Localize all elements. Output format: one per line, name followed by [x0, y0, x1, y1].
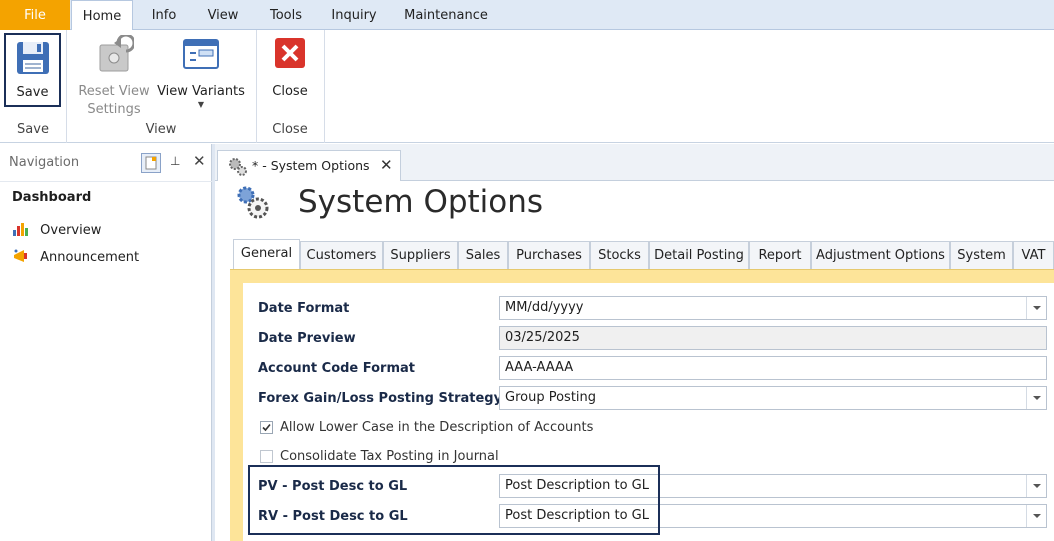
forex-strategy-label: Forex Gain/Loss Posting Strategy [258, 391, 503, 406]
tab-inquiry[interactable]: Inquiry [322, 0, 386, 30]
ribbon: Save Reset View Settings View Variants ▼… [0, 30, 1054, 143]
view-variants-label: View Variants [157, 84, 245, 99]
tab-home[interactable]: Home [71, 0, 133, 31]
pin-icon[interactable]: ⊥ [170, 154, 180, 168]
megaphone-icon [14, 249, 27, 262]
close-pane-icon[interactable]: ✕ [193, 152, 206, 170]
consolidate-tax-label: Consolidate Tax Posting in Journal [280, 449, 499, 464]
close-icon [275, 38, 305, 68]
navigation-header: Navigation ⊥ ✕ [0, 144, 212, 182]
floppy-disk-icon [16, 42, 49, 74]
close-label: Close [272, 84, 308, 99]
subtab-sales[interactable]: Sales [458, 241, 508, 269]
close-button[interactable]: Close [262, 35, 318, 117]
chevron-down-icon[interactable] [1026, 505, 1046, 527]
tab-info[interactable]: Info [140, 0, 188, 30]
menu-bar: File Home Info View Tools Inquiry Mainte… [0, 0, 1054, 31]
nav-item-announcement[interactable]: Announcement [12, 247, 139, 269]
group-separator [324, 30, 325, 143]
subtab-system[interactable]: System [950, 241, 1013, 269]
forex-strategy-select[interactable]: Group Posting [499, 386, 1047, 410]
subtab-report[interactable]: Report [749, 241, 811, 269]
reset-view-settings-button[interactable]: Reset View Settings [76, 33, 152, 117]
subtab-customers[interactable]: Customers [300, 241, 383, 269]
forex-strategy-value: Group Posting [505, 390, 597, 405]
subtab-adjustment-options[interactable]: Adjustment Options [811, 241, 950, 269]
view-variants-button[interactable]: View Variants ▼ [157, 35, 245, 117]
chevron-down-icon[interactable] [1026, 297, 1046, 319]
tab-tools[interactable]: Tools [258, 0, 314, 30]
account-code-format-label: Account Code Format [258, 361, 416, 376]
account-code-format-value: AAA-AAAA [505, 360, 574, 375]
group-label-view: View [145, 122, 177, 137]
tab-file[interactable]: File [0, 0, 70, 30]
subtab-stocks[interactable]: Stocks [590, 241, 649, 269]
document-tab-system-options[interactable]: * - System Options ✕ [217, 150, 401, 182]
account-code-format-input[interactable]: AAA-AAAA [499, 356, 1047, 380]
subtab-vat[interactable]: VAT [1013, 241, 1054, 269]
save-label: Save [16, 85, 49, 100]
dashboard-heading: Dashboard [12, 190, 92, 205]
subtab-detail-posting[interactable]: Detail Posting [649, 241, 749, 269]
gears-icon [229, 158, 247, 176]
nav-item-label: Announcement [40, 250, 140, 265]
consolidate-tax-checkbox[interactable] [260, 450, 273, 463]
navigation-title: Navigation [9, 155, 80, 170]
close-tab-icon[interactable]: ✕ [380, 156, 393, 174]
document-tab-label: * - System Options [252, 158, 370, 173]
nav-item-overview[interactable]: Overview [12, 220, 101, 242]
window-list-icon [183, 39, 219, 69]
group-label-close: Close [272, 122, 308, 137]
tab-maintenance[interactable]: Maintenance [396, 0, 496, 30]
date-format-select[interactable]: MM/dd/yyyy [499, 296, 1047, 320]
reset-settings-icon [99, 33, 136, 72]
date-format-value: MM/dd/yyyy [505, 300, 584, 315]
nav-item-label: Overview [40, 223, 102, 238]
checkmark-icon [262, 423, 271, 432]
reset-line1: Reset View [78, 84, 150, 99]
subtab-purchases[interactable]: Purchases [508, 241, 590, 269]
date-preview-field: 03/25/2025 [499, 326, 1047, 350]
allow-lower-case-checkbox[interactable] [260, 421, 273, 434]
subtab-suppliers[interactable]: Suppliers [383, 241, 458, 269]
date-preview-label: Date Preview [258, 331, 356, 346]
system-options-gears-icon [237, 186, 269, 219]
subtab-general[interactable]: General [233, 239, 300, 270]
date-format-label: Date Format [258, 301, 350, 316]
date-preview-value: 03/25/2025 [505, 330, 580, 345]
navigation-pane: Navigation ⊥ ✕ Dashboard Overview Announ… [0, 144, 212, 541]
highlight-box [248, 465, 660, 535]
page-title: System Options [298, 184, 544, 220]
allow-lower-case-label: Allow Lower Case in the Description of A… [280, 420, 594, 435]
chevron-down-icon: ▼ [197, 100, 205, 109]
bar-chart-icon [13, 223, 28, 236]
reset-line2: Settings [87, 102, 141, 117]
chevron-down-icon[interactable] [1026, 475, 1046, 497]
group-label-save: Save [17, 122, 49, 137]
tab-view[interactable]: View [198, 0, 248, 30]
chevron-down-icon[interactable] [1026, 387, 1046, 409]
save-button[interactable]: Save [4, 33, 61, 107]
note-icon[interactable] [141, 153, 161, 173]
